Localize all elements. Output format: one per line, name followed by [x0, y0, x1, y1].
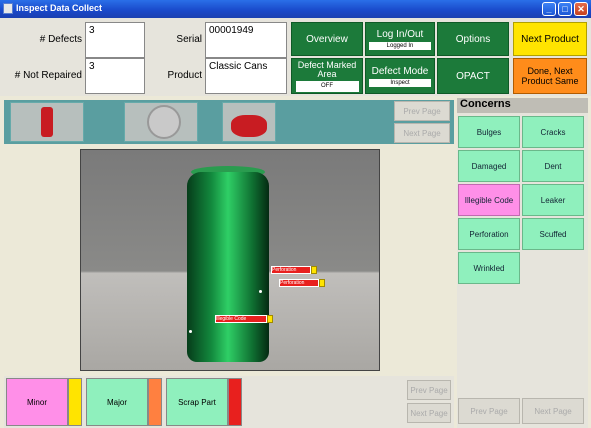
options-button[interactable]: Options — [437, 22, 509, 56]
serial-field[interactable]: 00001949 — [205, 22, 287, 58]
defect-marked-label: Defect Marked Area — [297, 59, 357, 79]
concern-cracks-button[interactable]: Cracks — [522, 116, 584, 148]
defect-mode-status: Inspect — [369, 78, 431, 87]
severity-prev-page-button[interactable]: Prev Page — [407, 380, 451, 400]
defect-flag-icon — [267, 315, 273, 323]
concern-illegible-code-button[interactable]: Illegible Code — [458, 184, 520, 216]
defect-mode-label: Defect Mode — [371, 65, 429, 77]
defect-flag-icon — [319, 279, 325, 287]
can-body — [187, 172, 269, 362]
defects-label: # Defects — [39, 34, 82, 45]
serial-label: Serial — [176, 34, 202, 45]
defect-tag-label: Perforation — [280, 280, 305, 286]
defect-tag-label: Perforation — [272, 267, 297, 273]
thumb-next-page-button[interactable]: Next Page — [394, 123, 450, 143]
opact-button[interactable]: OPACT — [437, 58, 509, 94]
concerns-title: Concerns — [457, 98, 588, 113]
concerns-prev-page-button[interactable]: Prev Page — [458, 398, 520, 424]
concern-damaged-button[interactable]: Damaged — [458, 150, 520, 182]
defect-flag-icon — [311, 266, 317, 274]
overview-button[interactable]: Overview — [291, 22, 363, 56]
defect-marked-area-button[interactable]: Defect Marked Area OFF — [291, 58, 363, 94]
minimize-button[interactable]: _ — [542, 2, 556, 16]
product-label: Product — [167, 70, 202, 81]
defect-marker — [259, 290, 262, 293]
thumbnail-strip — [4, 100, 454, 144]
login-label: Log In/Out — [376, 28, 424, 40]
close-button[interactable]: ✕ — [574, 2, 588, 16]
concern-scuffed-button[interactable]: Scuffed — [522, 218, 584, 250]
window-titlebar: Inspect Data Collect _ □ ✕ — [0, 0, 591, 18]
app-icon — [3, 3, 13, 14]
done-next-product-same-button[interactable]: Done, Next Product Same — [513, 58, 587, 94]
concern-perforation-button[interactable]: Perforation — [458, 218, 520, 250]
window-title: Inspect Data Collect — [16, 3, 103, 13]
concern-bulges-button[interactable]: Bulges — [458, 116, 520, 148]
maximize-button[interactable]: □ — [558, 2, 572, 16]
concern-wrinkled-button[interactable]: Wrinkled — [458, 252, 520, 284]
product-photo[interactable]: Perforation Perforation Illegible Code — [80, 149, 380, 371]
defects-field[interactable]: 3 — [85, 22, 145, 58]
major-color-flag — [148, 378, 162, 426]
thumbnail-can-angle[interactable] — [222, 102, 276, 142]
scrap-color-flag — [228, 378, 242, 426]
defect-tag[interactable]: Perforation — [271, 266, 317, 274]
defect-tag[interactable]: Perforation — [279, 279, 325, 287]
defect-tag[interactable]: Illegible Code — [215, 315, 273, 323]
thumb-prev-page-button[interactable]: Prev Page — [394, 101, 450, 121]
opact-label: OPACT — [456, 70, 490, 82]
concerns-next-page-button[interactable]: Next Page — [522, 398, 584, 424]
product-field[interactable]: Classic Cans — [205, 58, 287, 94]
thumbnail-can-top[interactable] — [124, 102, 198, 142]
concern-dent-button[interactable]: Dent — [522, 150, 584, 182]
defect-tag-label: Illegible Code — [216, 316, 247, 322]
next-product-button[interactable]: Next Product — [513, 22, 587, 56]
login-status: Logged In — [369, 41, 431, 50]
options-label: Options — [455, 33, 491, 45]
thumbnail-can-red[interactable] — [10, 102, 84, 142]
concern-leaker-button[interactable]: Leaker — [522, 184, 584, 216]
overview-label: Overview — [306, 33, 348, 45]
login-button[interactable]: Log In/Out Logged In — [365, 22, 435, 56]
not-repaired-field[interactable]: 3 — [85, 58, 145, 94]
defect-marked-status: OFF — [295, 80, 359, 92]
scrap-part-button[interactable]: Scrap Part — [166, 378, 228, 426]
minor-color-flag — [68, 378, 82, 426]
defect-mode-button[interactable]: Defect Mode Inspect — [365, 58, 435, 94]
severity-next-page-button[interactable]: Next Page — [407, 403, 451, 423]
defect-marker — [189, 330, 192, 333]
major-button[interactable]: Major — [86, 378, 148, 426]
minor-button[interactable]: Minor — [6, 378, 68, 426]
not-repaired-label: # Not Repaired — [14, 70, 82, 81]
